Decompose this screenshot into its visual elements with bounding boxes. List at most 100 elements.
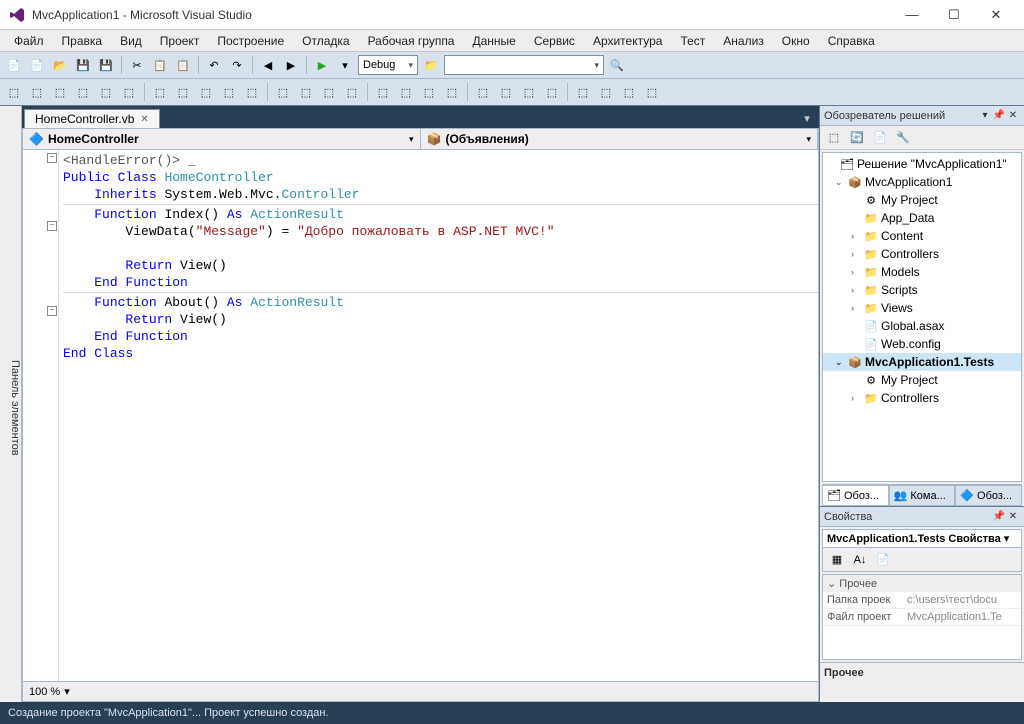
menu-team[interactable]: Рабочая группа: [360, 32, 463, 50]
prop-row[interactable]: Файл проектMvcApplication1.Te: [823, 609, 1021, 626]
tree-item[interactable]: ›📁Controllers: [823, 245, 1021, 263]
tb2-icon[interactable]: ⬚: [27, 82, 47, 102]
solution-tree[interactable]: 🗂Решение "MvcApplication1" ⌄📦MvcApplicat…: [822, 152, 1022, 482]
add-item-icon[interactable]: 📄: [27, 55, 47, 75]
tb2-icon[interactable]: ⬚: [4, 82, 24, 102]
tb2-icon[interactable]: ⬚: [319, 82, 339, 102]
menu-help[interactable]: Справка: [820, 32, 883, 50]
tb2-icon[interactable]: ⬚: [219, 82, 239, 102]
tab-close-icon[interactable]: ✕: [140, 114, 148, 125]
find-combo[interactable]: [444, 55, 604, 75]
panel-pin-icon[interactable]: 📌: [992, 110, 1006, 121]
tb2-icon[interactable]: ⬚: [642, 82, 662, 102]
tb2-icon[interactable]: ⬚: [242, 82, 262, 102]
redo-icon[interactable]: ↷: [227, 55, 247, 75]
tree-item[interactable]: ›📁Controllers: [823, 389, 1021, 407]
menu-tools[interactable]: Сервис: [526, 32, 583, 50]
fold-icon[interactable]: −: [47, 153, 57, 163]
menu-edit[interactable]: Правка: [54, 32, 111, 50]
tree-item[interactable]: ›📁Scripts: [823, 281, 1021, 299]
tb2-icon[interactable]: ⬚: [119, 82, 139, 102]
menu-window[interactable]: Окно: [774, 32, 818, 50]
member-dropdown[interactable]: 📦 (Объявления): [421, 129, 819, 149]
fold-icon[interactable]: −: [47, 306, 57, 316]
tb2-icon[interactable]: ⬚: [342, 82, 362, 102]
props-object[interactable]: MvcApplication1.Tests Свойства ▾: [822, 529, 1022, 548]
menu-project[interactable]: Проект: [152, 32, 208, 50]
maximize-button[interactable]: ☐: [934, 3, 974, 27]
undo-icon[interactable]: ↶: [204, 55, 224, 75]
pages-icon[interactable]: 📄: [873, 550, 893, 570]
panel-close-icon[interactable]: ✕: [1006, 110, 1020, 121]
class-dropdown[interactable]: 🔷 HomeController: [23, 129, 421, 149]
tb2-icon[interactable]: ⬚: [473, 82, 493, 102]
menu-debug[interactable]: Отладка: [294, 32, 357, 50]
config-combo[interactable]: Debug: [358, 55, 418, 75]
props-category[interactable]: ⌄ Прочее: [823, 575, 1021, 592]
sort-icon[interactable]: A↓: [850, 550, 870, 570]
open-icon[interactable]: 📂: [50, 55, 70, 75]
panel-pin-icon[interactable]: 📌: [992, 511, 1006, 522]
menu-test[interactable]: Тест: [672, 32, 713, 50]
tb2-icon[interactable]: ⬚: [419, 82, 439, 102]
props-grid[interactable]: ⌄ Прочее Папка проекc:\users\тест\docu Ф…: [822, 574, 1022, 660]
tree-item[interactable]: ⚙My Project: [823, 191, 1021, 209]
toolbox-panel-tab[interactable]: Панель элементов: [0, 106, 22, 702]
solution-tb-icon[interactable]: ⬚: [824, 128, 844, 148]
show-all-icon[interactable]: 📄: [870, 128, 890, 148]
tree-item[interactable]: ›📁Views: [823, 299, 1021, 317]
menu-arch[interactable]: Архитектура: [585, 32, 671, 50]
folder-icon[interactable]: 📁: [421, 55, 441, 75]
tree-project[interactable]: ⌄📦MvcApplication1: [823, 173, 1021, 191]
tb2-icon[interactable]: ⬚: [373, 82, 393, 102]
close-button[interactable]: ✕: [976, 3, 1016, 27]
tb2-icon[interactable]: ⬚: [596, 82, 616, 102]
tb2-icon[interactable]: ⬚: [396, 82, 416, 102]
tree-solution[interactable]: 🗂Решение "MvcApplication1": [823, 155, 1021, 173]
tb2-icon[interactable]: ⬚: [296, 82, 316, 102]
tab-class[interactable]: 🔷Обоз...: [955, 485, 1022, 506]
cut-icon[interactable]: ✂: [127, 55, 147, 75]
menu-file[interactable]: Файл: [6, 32, 52, 50]
tree-item[interactable]: 📁App_Data: [823, 209, 1021, 227]
fold-icon[interactable]: −: [47, 221, 57, 231]
menu-view[interactable]: Вид: [112, 32, 150, 50]
tree-item[interactable]: 📄Web.config: [823, 335, 1021, 353]
start-icon[interactable]: ▶: [312, 55, 332, 75]
tb2-icon[interactable]: ⬚: [542, 82, 562, 102]
code-editor[interactable]: − − − <HandleError()> _ Public Class Hom…: [22, 150, 819, 682]
panel-close-icon[interactable]: ✕: [1006, 511, 1020, 522]
tb2-icon[interactable]: ⬚: [519, 82, 539, 102]
properties-icon[interactable]: 🔧: [893, 128, 913, 148]
menu-analyze[interactable]: Анализ: [715, 32, 772, 50]
nav-back-icon[interactable]: ◀: [258, 55, 278, 75]
nav-fwd-icon[interactable]: ▶: [281, 55, 301, 75]
tb2-icon[interactable]: ⬚: [173, 82, 193, 102]
tb2-icon[interactable]: ⬚: [196, 82, 216, 102]
refresh-icon[interactable]: 🔄: [847, 128, 867, 148]
tab-dropdown-icon[interactable]: ▾: [797, 108, 817, 128]
prop-row[interactable]: Папка проекc:\users\тест\docu: [823, 592, 1021, 609]
categorize-icon[interactable]: ▦: [827, 550, 847, 570]
save-all-icon[interactable]: 💾: [96, 55, 116, 75]
menu-build[interactable]: Построение: [209, 32, 292, 50]
tb2-icon[interactable]: ⬚: [96, 82, 116, 102]
tb2-icon[interactable]: ⬚: [150, 82, 170, 102]
tree-item[interactable]: ›📁Models: [823, 263, 1021, 281]
tab-team[interactable]: 👥Кома...: [889, 485, 956, 506]
start-drop-icon[interactable]: ▾: [335, 55, 355, 75]
tb2-icon[interactable]: ⬚: [73, 82, 93, 102]
tb2-icon[interactable]: ⬚: [573, 82, 593, 102]
panel-dropdown-icon[interactable]: ▾: [978, 110, 992, 121]
tree-item[interactable]: 📄Global.asax: [823, 317, 1021, 335]
tb2-icon[interactable]: ⬚: [50, 82, 70, 102]
save-icon[interactable]: 💾: [73, 55, 93, 75]
find-icon[interactable]: 🔍: [607, 55, 627, 75]
tb2-icon[interactable]: ⬚: [496, 82, 516, 102]
minimize-button[interactable]: —: [892, 3, 932, 27]
tb2-icon[interactable]: ⬚: [619, 82, 639, 102]
tree-item[interactable]: ⚙My Project: [823, 371, 1021, 389]
paste-icon[interactable]: 📋: [173, 55, 193, 75]
new-project-icon[interactable]: 📄: [4, 55, 24, 75]
tb2-icon[interactable]: ⬚: [442, 82, 462, 102]
